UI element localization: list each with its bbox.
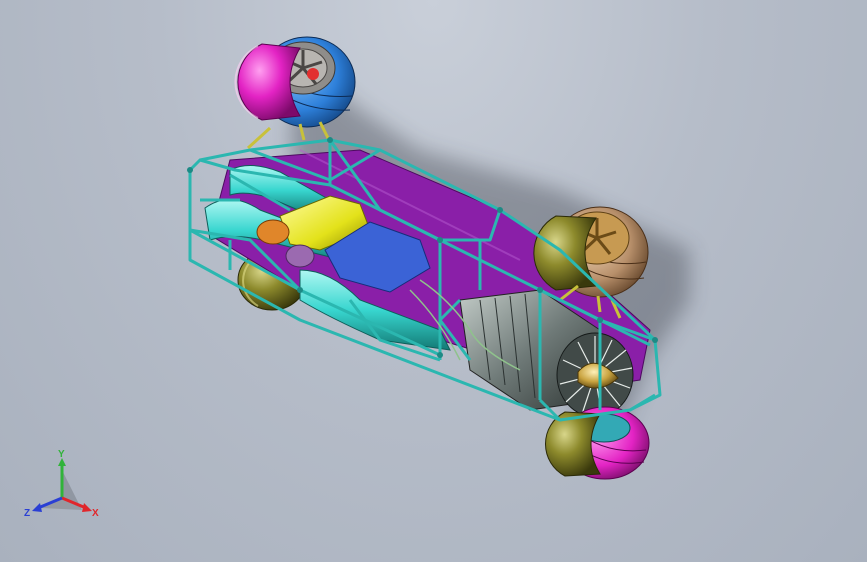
wheel-front-left[interactable] — [544, 406, 650, 480]
z-axis-label: Z — [24, 508, 30, 519]
y-axis-label: Y — [58, 449, 65, 460]
z-axis-arrow-icon — [32, 503, 42, 512]
coordinate-triad: Y X Z — [24, 449, 99, 519]
wheel-rear-left[interactable] — [234, 36, 356, 128]
wheel-front-right[interactable] — [533, 206, 649, 298]
x-axis-arrow-icon — [82, 503, 92, 512]
x-axis-label: X — [92, 508, 99, 519]
cad-model-viewport[interactable] — [0, 0, 867, 562]
